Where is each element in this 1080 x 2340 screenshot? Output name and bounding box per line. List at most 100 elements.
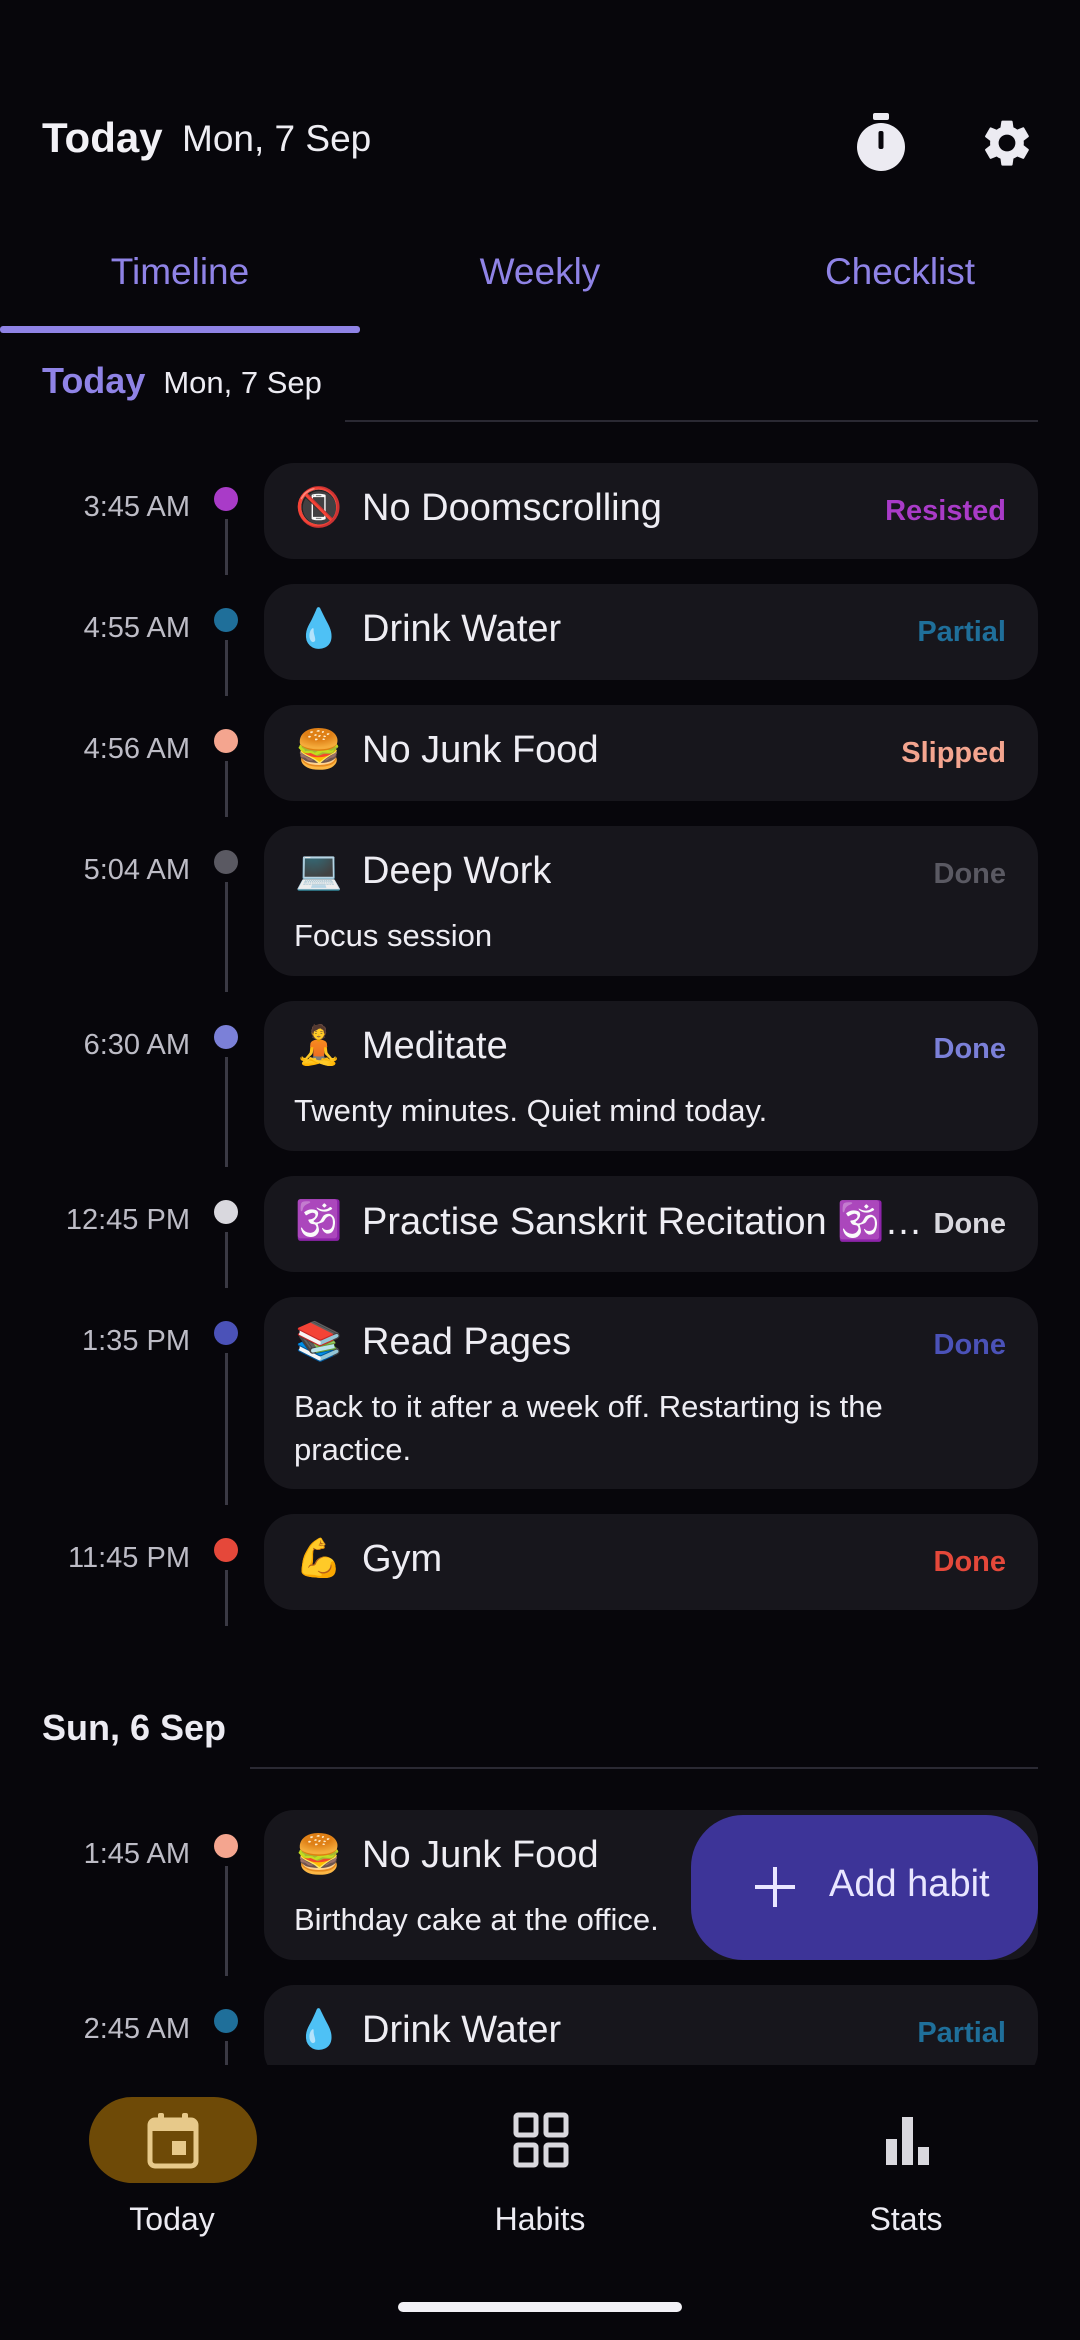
timeline-connector (225, 1866, 228, 1976)
habit-name: Read Pages (362, 1321, 572, 1363)
habit-emoji: 🧘 (295, 1023, 343, 1067)
timeline-connector (225, 761, 228, 817)
habit-emoji: 📵 (295, 485, 343, 529)
timeline-dot (214, 1025, 238, 1049)
status-badge: Done (933, 1546, 1007, 1578)
habit-emoji: 📚 (295, 1319, 343, 1363)
section-header: Sun, 6 Sep (42, 1707, 226, 1767)
bar-chart-icon (886, 2117, 929, 2165)
timeline-connector (225, 1570, 228, 1626)
tab-checklist[interactable]: Checklist (720, 230, 1080, 330)
nav-item-today[interactable]: Today (42, 2097, 302, 2277)
habit-emoji: 💧 (295, 606, 343, 650)
nav-label-stats: Stats (869, 2201, 943, 2237)
section-divider (250, 1767, 1038, 1769)
entry-time: 4:55 AM (83, 612, 190, 644)
plus-icon (755, 1867, 795, 1907)
habit-entry-card[interactable]: 🧘 Meditate Done Twenty minutes. Quiet mind … (264, 1001, 1038, 1151)
add-habit-label: Add habit (829, 1863, 990, 1905)
nav-label-today: Today (129, 2201, 215, 2237)
bottom-navigation: Today Habits Stats (0, 2065, 1080, 2340)
nav-item-habits[interactable]: Habits (410, 2097, 670, 2277)
entry-time: 5:04 AM (83, 854, 190, 886)
habit-name: Gym (362, 1538, 443, 1580)
habit-note: Twenty minutes. Quiet mind today. (294, 1093, 768, 1128)
timeline-connector (225, 519, 228, 575)
timeline-list[interactable]: Today Mon, 7 Sep 3:45 AM 📵 No Doomscrolling R… (0, 360, 1080, 2065)
habit-name: Drink Water (362, 2009, 562, 2051)
status-badge: Done (933, 858, 1007, 890)
habit-entry-card[interactable]: 📵 No Doomscrolling Resisted (264, 463, 1038, 559)
timeline-dot (214, 850, 238, 874)
entry-time: 1:45 AM (83, 1838, 190, 1870)
settings-button[interactable] (972, 108, 1042, 178)
timer-button[interactable] (846, 108, 916, 178)
timeline-connector (225, 882, 228, 992)
active-tab-indicator (0, 326, 360, 333)
section-date: Mon, 7 Sep (163, 365, 322, 400)
entry-time: 4:56 AM (83, 733, 190, 765)
timeline-dot (214, 1538, 238, 1562)
status-badge: Slipped (901, 737, 1006, 769)
habit-name: Drink Water (362, 608, 562, 650)
habit-emoji: 🍔 (295, 727, 343, 771)
entry-time: 1:35 PM (82, 1325, 190, 1357)
timeline-dot (214, 2009, 238, 2033)
timeline-dot (214, 487, 238, 511)
habit-entry-card[interactable]: 🕉️ Practise Sanskrit Recitation 🕉️ 📿 Done (264, 1176, 1038, 1272)
timeline-dot (214, 1200, 238, 1224)
habit-name: No Junk Food (362, 1834, 599, 1876)
timeline-connector (225, 1232, 228, 1288)
timeline-dot (214, 608, 238, 632)
page-title: Today (42, 114, 163, 161)
status-badge: Resisted (885, 495, 1006, 527)
add-habit-button[interactable]: Add habit (691, 1815, 1038, 1960)
habit-name: No Doomscrolling (362, 487, 662, 529)
tab-timeline[interactable]: Timeline (0, 230, 360, 330)
habit-name: No Junk Food (362, 729, 599, 771)
timeline-connector (225, 1057, 228, 1167)
habit-emoji: 🍔 (295, 1832, 343, 1876)
nav-label-habits: Habits (494, 2201, 586, 2237)
timeline-dot (214, 729, 238, 753)
tab-weekly[interactable]: Weekly (360, 230, 720, 330)
timeline-dot (214, 1321, 238, 1345)
timer-icon (857, 113, 905, 171)
entry-time: 2:45 AM (83, 2013, 190, 2045)
habit-entry-card[interactable]: 💪 Gym Done (264, 1514, 1038, 1610)
timeline-connector (225, 1353, 228, 1505)
habit-entry-card[interactable]: 📚 Read Pages Done Back to it after a week o… (264, 1297, 1038, 1489)
habit-entry-card[interactable]: 💧 Drink Water Partial (264, 584, 1038, 680)
timeline-dot (214, 1834, 238, 1858)
habit-emoji: 💧 (295, 2007, 343, 2051)
habit-emoji: 🕉️ (295, 1198, 343, 1242)
entry-time: 11:45 PM (68, 1542, 190, 1574)
section-day: Sun, 6 Sep (42, 1707, 227, 1748)
page-date: Mon, 7 Sep (182, 118, 372, 159)
habit-emoji: 💪 (295, 1536, 343, 1580)
view-tabs: Timeline Weekly Checklist (0, 230, 1080, 336)
home-indicator[interactable] (398, 2302, 682, 2312)
entry-time: 6:30 AM (83, 1029, 190, 1061)
status-badge: Done (933, 1033, 1007, 1065)
habit-name: Practise Sanskrit Recitation 🕉️ 📿 (362, 1201, 932, 1243)
status-badge: Done (933, 1329, 1007, 1361)
calendar-icon (147, 2113, 199, 2169)
nav-item-stats[interactable]: Stats (776, 2097, 1036, 2277)
habit-note: Focus session (294, 918, 493, 953)
status-badge: Done (933, 1208, 1007, 1240)
section-divider (345, 420, 1038, 422)
habit-emoji: 💻 (295, 848, 343, 892)
habit-name: Meditate (362, 1025, 508, 1067)
habit-entry-card[interactable]: 💻 Deep Work Done Focus session (264, 826, 1038, 976)
habit-entry-card[interactable]: 💧 Drink Water Partial (264, 1985, 1038, 2065)
timeline-connector (225, 2041, 228, 2065)
timeline-connector (225, 640, 228, 696)
top-app-bar: Today Mon, 7 Sep (0, 90, 1080, 200)
entry-time: 12:45 PM (65, 1204, 190, 1236)
grid-icon (513, 2112, 569, 2168)
entry-time: 3:45 AM (83, 491, 190, 523)
section-day: Today (42, 360, 146, 401)
habit-entry-card[interactable]: 🍔 No Junk Food Slipped (264, 705, 1038, 801)
habit-name: Deep Work (362, 850, 552, 892)
